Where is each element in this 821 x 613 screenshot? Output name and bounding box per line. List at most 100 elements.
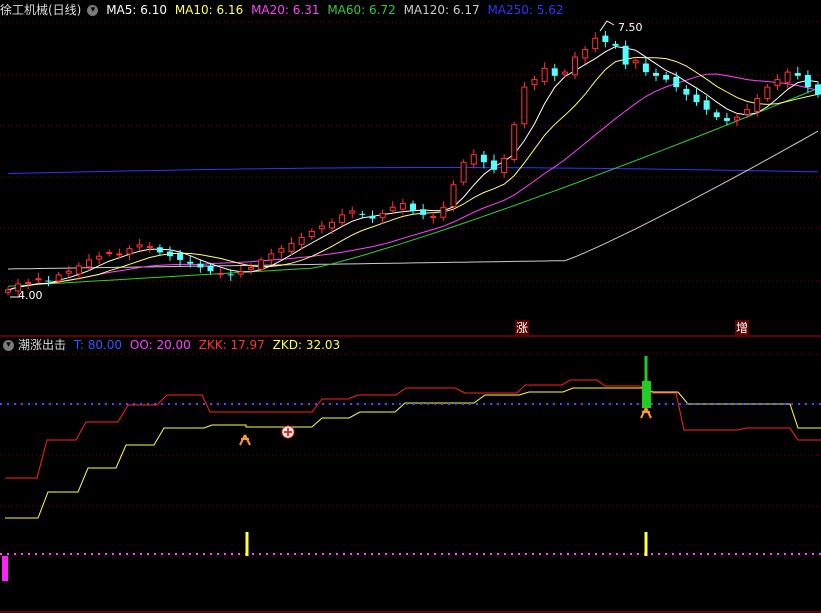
zkd-line (5, 387, 821, 519)
candle-body (136, 244, 143, 248)
candle-body (673, 76, 680, 88)
high-marker-arrow (599, 20, 615, 32)
runner-marker (640, 407, 652, 419)
candle-body (177, 253, 184, 260)
runner-marker (239, 434, 251, 446)
candle-body (501, 158, 508, 173)
candle-body (45, 280, 52, 282)
ma20-label: MA20: 6.31 (251, 3, 320, 17)
candle-body (288, 242, 295, 252)
candle-body (339, 214, 346, 223)
candle-body (410, 203, 416, 212)
candle-body (693, 94, 700, 103)
ma60-label: MA60: 6.72 (327, 3, 396, 17)
zkk-line (5, 379, 821, 479)
t-label: T: 80.00 (73, 338, 123, 352)
stock-title: 徐工机械(日线) (0, 3, 82, 17)
ma250-label: MA250: 5.62 (487, 3, 564, 17)
candle-body (106, 251, 113, 254)
candle-body (187, 261, 194, 264)
candle-body (521, 86, 528, 125)
candle-body (430, 215, 437, 219)
chevron-down-icon[interactable]: ▾ (87, 5, 99, 16)
candle-body (784, 71, 791, 83)
candle-body (440, 206, 447, 218)
zkd-label: ZKD: 32.03 (272, 338, 341, 352)
candle-body (207, 265, 214, 272)
kline-chart[interactable]: 7.50 4.00 涨 增 (0, 0, 821, 613)
candle-body (75, 265, 82, 275)
candle-body (349, 210, 356, 214)
candle-body (308, 230, 315, 237)
chevron-down-icon[interactable]: ▾ (3, 340, 14, 351)
candle-body (156, 247, 163, 253)
candle-body (551, 68, 558, 76)
candle-body (683, 88, 690, 95)
candle-body (764, 86, 771, 99)
indicator-title: 潮涨出击 (18, 338, 67, 352)
candle-body (450, 184, 457, 207)
candle-body (663, 74, 670, 80)
event-label: 涨 (516, 320, 528, 335)
candle-body (197, 263, 204, 268)
candle-body (55, 274, 62, 282)
candle-body (561, 71, 568, 75)
candle-body (612, 43, 619, 46)
candle-body (511, 124, 518, 160)
candle-body (632, 60, 639, 64)
candle-body (65, 270, 72, 274)
candle-body (480, 154, 487, 163)
candle-body (815, 84, 821, 95)
candle-body (167, 251, 173, 257)
candle-body (541, 67, 548, 82)
candle-body (642, 63, 649, 73)
candle-body (318, 225, 325, 230)
candle-body (126, 248, 133, 255)
ma5-label: MA5: 6.10 (106, 3, 167, 17)
candle-body (460, 161, 467, 183)
candle-body (369, 215, 376, 219)
candle-body (713, 112, 720, 118)
candle-body (491, 160, 497, 170)
main-legend: 徐工机械(日线) ▾ MA5: 6.10 MA10: 6.16 MA20: 6.3… (0, 2, 567, 18)
candle-body (35, 278, 42, 281)
candle-body (389, 206, 396, 212)
candle-body (653, 72, 659, 76)
low-price-label: 4.00 (18, 289, 43, 302)
high-price-label: 7.50 (618, 21, 643, 34)
candle-body (804, 74, 811, 88)
candle-body (734, 116, 740, 121)
candle-body (470, 154, 477, 165)
zkk-label: ZKK: 17.97 (198, 338, 265, 352)
candle-body (572, 56, 578, 76)
candle-body (703, 100, 710, 110)
candle-body (754, 97, 761, 112)
ma120-label: MA120: 6.17 (403, 3, 480, 17)
candle-body (329, 221, 335, 229)
event-label: 增 (736, 321, 748, 335)
candle-body (744, 109, 751, 115)
candle-body (582, 49, 589, 59)
candle-body (86, 259, 92, 268)
ma10-label: MA10: 6.16 (174, 3, 244, 17)
candle-body (258, 259, 265, 270)
oo-label: OO: 20.00 (129, 338, 191, 352)
candle-body (723, 118, 730, 121)
buy-signal-block (642, 381, 651, 408)
candle-body (379, 212, 386, 219)
candle-body (399, 203, 406, 210)
candle-body (622, 45, 629, 65)
sub-legend: ▾ 潮涨出击 T: 80.00 OO: 20.00 ZKK: 17.97 ZKD:… (0, 337, 344, 353)
candle-body (96, 255, 103, 260)
candle-body (237, 271, 244, 275)
candle-body (420, 209, 427, 215)
candle-body (5, 289, 11, 293)
candle-body (592, 37, 599, 50)
candle-body (602, 35, 609, 43)
candle-body (794, 72, 801, 76)
candle-body (298, 236, 305, 245)
candle-body (268, 253, 275, 261)
oo-bar (2, 556, 8, 581)
candle-body (227, 274, 234, 276)
candle-body (531, 79, 538, 85)
